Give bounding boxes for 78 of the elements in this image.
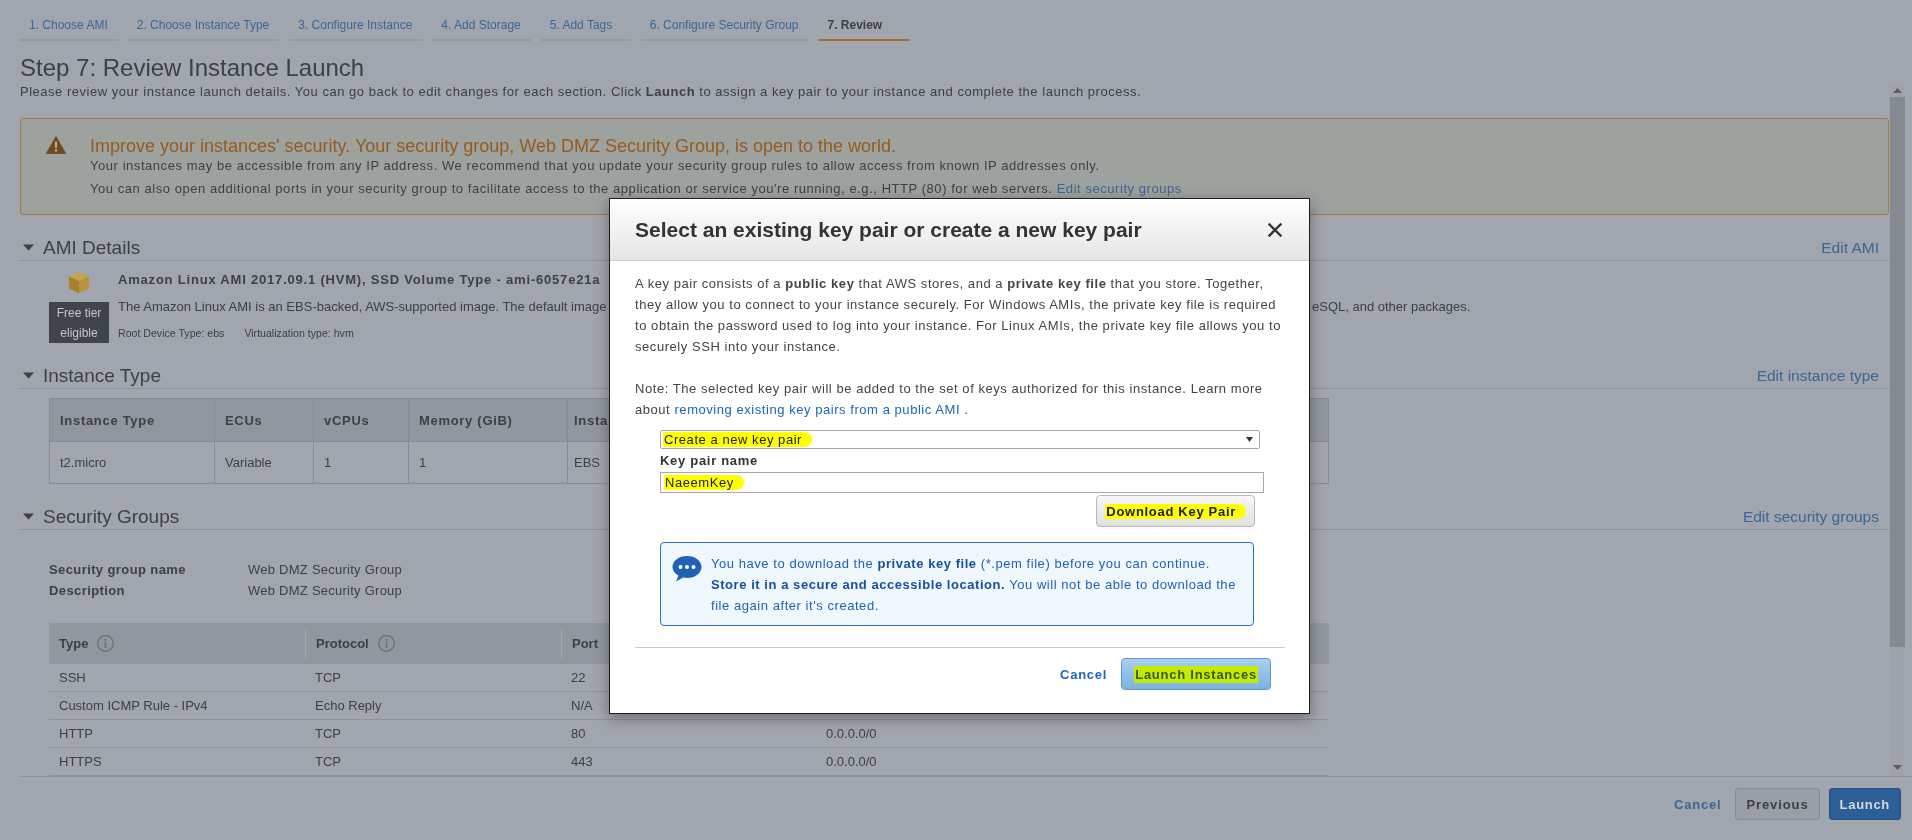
table-cell-text: HTTPS bbox=[58, 753, 103, 771]
close-icon[interactable] bbox=[1268, 222, 1282, 237]
table-cell-text: 443 bbox=[570, 753, 594, 771]
field-value: Web DMZ Security Group bbox=[248, 582, 403, 600]
table-cell-text: 80 bbox=[570, 725, 587, 743]
ami-detail: Virtualization type: hvm bbox=[244, 326, 354, 341]
table-cell: t2.micro bbox=[50, 442, 215, 483]
table-cell-text: HTTP bbox=[58, 725, 94, 743]
warning-icon bbox=[46, 136, 66, 154]
warning-text: You can also open additional ports in your security group to facilitate access to the application or service you're running, e.g., HTTP (80) for web servers. Edit security groups bbox=[90, 181, 1182, 197]
column-header: vCPUs bbox=[314, 399, 409, 441]
caret-down-icon[interactable] bbox=[1246, 437, 1253, 442]
table-cell: 1 bbox=[314, 442, 409, 483]
column-header: Instance Type bbox=[50, 399, 215, 441]
ami-description: The Amazon Linux AMI is an EBS-backed, AWS-supported image. The default image bbox=[118, 298, 608, 316]
wizard-tab[interactable]: 1. Choose AMI bbox=[20, 12, 118, 41]
field-label: Key pair name bbox=[660, 453, 758, 469]
edit-link[interactable]: Edit instance type bbox=[1756, 365, 1879, 386]
column-header: Type bbox=[59, 636, 89, 651]
ami-detail: Root Device Type: ebs bbox=[118, 326, 225, 341]
table-cell: Variable bbox=[215, 442, 314, 483]
warning-title: Improve your instances' security. Your security group, Web DMZ Security Group, is open to the world. bbox=[90, 135, 897, 157]
cube-icon bbox=[69, 272, 89, 293]
wizard-tab[interactable]: 5. Add Tags bbox=[540, 12, 631, 41]
column-header: Insta bbox=[573, 411, 608, 430]
info-icon[interactable] bbox=[97, 635, 115, 652]
wizard-tab[interactable]: 4. Add Storage bbox=[432, 12, 531, 41]
table-cell-text: Custom ICMP Rule - IPv4 bbox=[58, 697, 209, 715]
ami-description: eSQL, and other packages. bbox=[1312, 298, 1471, 316]
caret-up-icon[interactable] bbox=[1893, 88, 1902, 93]
modal-note: Note: The selected key pair will be added to the set of keys authorized for this instance. Learn more about removing existing key pairs from a public AMI . bbox=[635, 380, 1264, 419]
page-intro: Please review your instance launch details. You can go back to edit changes for each section. Click Launch to assign a key pair to your instance and complete the launch process. bbox=[20, 84, 1142, 100]
table-cell-text: N/A bbox=[570, 697, 594, 715]
field-label: Description bbox=[49, 582, 126, 600]
table-cell-text: TCP bbox=[314, 725, 342, 743]
modal-description: A key pair consists of a public key that AWS stores, and a private key file that you store. Together, they allow you to connect to your instance securely. For Windows AMIs, the private key file is required to obtain the password used to log into your instance. For Linux AMIs, the private key file allows you to securely SSH into your instance. bbox=[635, 275, 1282, 356]
table-cell-text: 0.0.0.0/0 bbox=[825, 725, 878, 743]
section-title: AMI Details bbox=[43, 235, 141, 260]
wizard-tab[interactable]: 3. Configure Instance bbox=[289, 12, 423, 41]
table-cell-text: 0.0.0.0/0 bbox=[825, 753, 878, 771]
edit-link[interactable]: Edit security groups bbox=[1742, 506, 1879, 527]
launch-button[interactable]: Launch bbox=[1828, 788, 1901, 820]
chat-bubble-icon bbox=[672, 555, 702, 582]
scrollbar-thumb[interactable] bbox=[1890, 97, 1905, 647]
field-value: Web DMZ Security Group bbox=[248, 561, 403, 579]
warning-text: Your instances may be accessible from any IP address. We recommend that you update your security group rules to allow access from known IP addresses only. bbox=[90, 158, 1100, 174]
cancel-link[interactable]: Cancel bbox=[1060, 666, 1108, 682]
section-title: Security Groups bbox=[43, 504, 180, 529]
column-header: Memory (GiB) bbox=[409, 399, 568, 441]
table-cell-text: EBS bbox=[573, 454, 601, 472]
modal-title: Select an existing key pair or create a new key pair bbox=[635, 217, 1142, 242]
table-cell-text: TCP bbox=[314, 669, 342, 687]
table-cell-text: Echo Reply bbox=[314, 697, 383, 715]
field-label: Security group name bbox=[49, 561, 187, 579]
inline-link[interactable]: removing existing key pairs from a public AMI bbox=[674, 402, 961, 417]
key-pair-name-field[interactable]: NaeemKey bbox=[660, 472, 1264, 493]
free-tier-badge: Free tier eligible bbox=[49, 302, 109, 343]
column-header: Port bbox=[572, 636, 598, 651]
page-title: Step 7: Review Instance Launch bbox=[20, 54, 365, 82]
wizard-tab[interactable]: 7. Review bbox=[818, 12, 909, 41]
table-cell: 1 bbox=[409, 442, 568, 483]
column-header: ECUs bbox=[215, 399, 314, 441]
key-pair-select[interactable]: Create a new key pair bbox=[660, 430, 1260, 449]
cancel-link[interactable]: Cancel bbox=[1674, 788, 1722, 820]
inline-link[interactable]: Edit security groups bbox=[1056, 181, 1182, 196]
info-message: You have to download the private key file (*.pem file) before you can continue. Store it in a secure and accessible location. You will not be able to download the file again after it's created. bbox=[711, 555, 1237, 615]
table-cell-text: 22 bbox=[570, 669, 587, 687]
ami-name: Amazon Linux AMI 2017.09.1 (HVM), SSD Volume Type - ami-6057e21a bbox=[118, 271, 601, 289]
edit-link[interactable]: Edit AMI bbox=[1821, 237, 1879, 258]
table-cell-text: SSH bbox=[58, 669, 87, 687]
previous-button[interactable]: Previous bbox=[1735, 788, 1820, 820]
section-title: Instance Type bbox=[43, 363, 161, 388]
wizard-tab[interactable]: 6. Configure Security Group bbox=[640, 12, 809, 41]
info-icon[interactable] bbox=[377, 635, 395, 652]
column-header: Protocol bbox=[316, 636, 369, 651]
wizard-tab[interactable]: 2. Choose Instance Type bbox=[127, 12, 280, 41]
table-cell-text: TCP bbox=[314, 753, 342, 771]
download-key-pair-button[interactable]: Download Key Pair bbox=[1096, 495, 1255, 527]
